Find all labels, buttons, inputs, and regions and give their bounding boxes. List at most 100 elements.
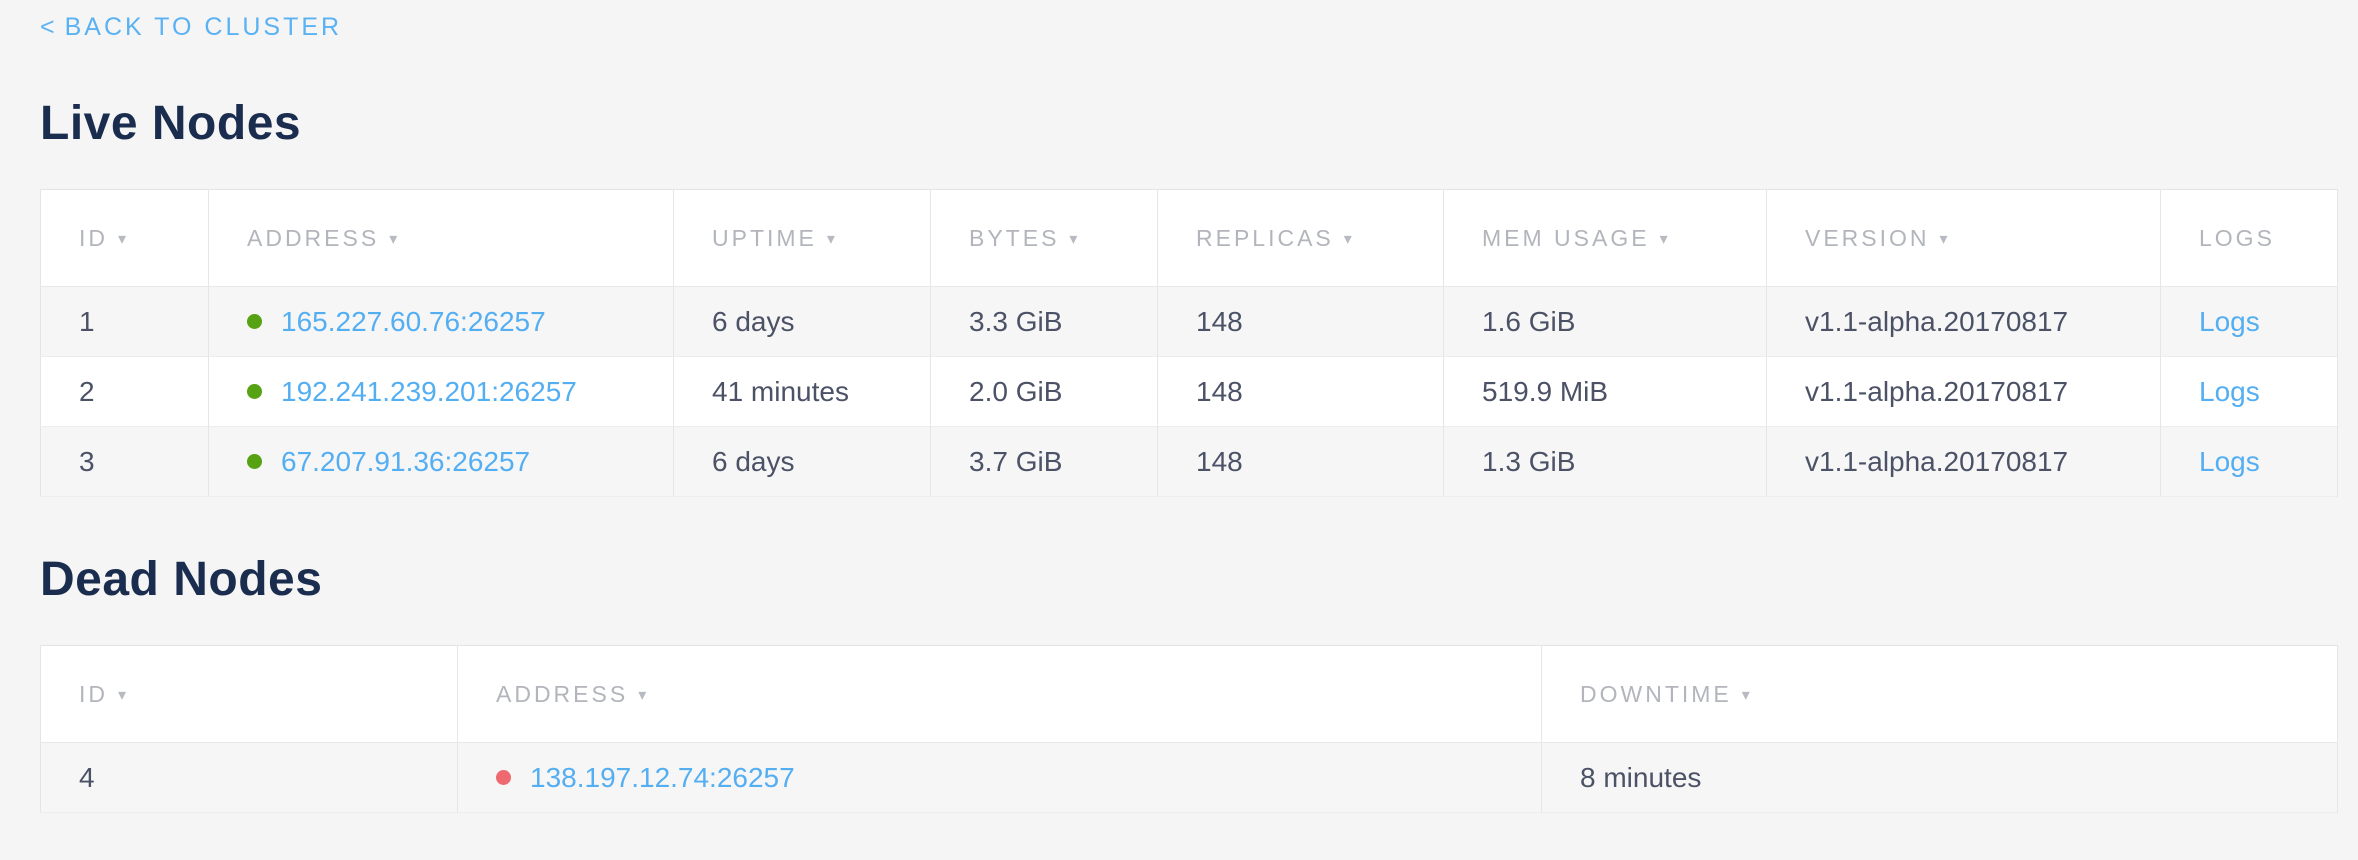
address-cell: 165.227.60.76:26257 bbox=[209, 287, 674, 357]
back-link-label: BACK TO CLUSTER bbox=[65, 13, 342, 41]
back-arrow-icon: < bbox=[40, 13, 55, 41]
column-header-uptime[interactable]: UPTIME ▾ bbox=[674, 190, 931, 287]
version-value: v1.1-alpha.20170817 bbox=[1805, 306, 2068, 337]
column-header-label: ADDRESS bbox=[247, 225, 379, 251]
column-header-label: LOGS bbox=[2199, 225, 2275, 251]
node-address-link[interactable]: 138.197.12.74:26257 bbox=[530, 762, 795, 793]
mem-usage-cell: 1.3 GiB bbox=[1444, 427, 1767, 497]
live-nodes-table: ID▾ADDRESS▾UPTIME▾BYTES▾REPLICAS▾MEM USA… bbox=[40, 189, 2338, 497]
column-header-label: ID bbox=[79, 225, 108, 251]
id-value: 4 bbox=[79, 762, 95, 793]
sort-arrow-icon: ▾ bbox=[1660, 231, 1668, 248]
nodes-page: <BACK TO CLUSTER Live Nodes ID▾ADDRESS▾U… bbox=[0, 0, 2358, 860]
mem-usage-cell: 519.9 MiB bbox=[1444, 357, 1767, 427]
id-value: 1 bbox=[79, 306, 95, 337]
node-address-link[interactable]: 165.227.60.76:26257 bbox=[281, 306, 546, 337]
id-cell: 3 bbox=[41, 427, 209, 497]
id-value: 2 bbox=[79, 376, 95, 407]
sort-arrow-icon: ▾ bbox=[389, 231, 397, 248]
column-header-version[interactable]: VERSION ▾ bbox=[1767, 190, 2161, 287]
mem-usage-value: 519.9 MiB bbox=[1482, 376, 1608, 407]
mem-usage-cell: 1.6 GiB bbox=[1444, 287, 1767, 357]
version-cell: v1.1-alpha.20170817 bbox=[1767, 427, 2161, 497]
live-status-dot-icon bbox=[247, 454, 262, 469]
bytes-value: 3.3 GiB bbox=[969, 306, 1062, 337]
version-cell: v1.1-alpha.20170817 bbox=[1767, 287, 2161, 357]
column-header-label: UPTIME bbox=[712, 225, 817, 251]
table-row: 4 138.197.12.74:26257 8 minutes bbox=[41, 743, 2338, 813]
column-header-bytes[interactable]: BYTES ▾ bbox=[931, 190, 1158, 287]
bytes-cell: 3.7 GiB bbox=[931, 427, 1158, 497]
replicas-cell: 148 bbox=[1158, 357, 1444, 427]
column-header-id[interactable]: ID▾ bbox=[41, 646, 458, 743]
version-value: v1.1-alpha.20170817 bbox=[1805, 376, 2068, 407]
sort-arrow-icon: ▾ bbox=[1069, 231, 1077, 248]
sort-arrow-icon: ▾ bbox=[827, 231, 835, 248]
logs-link[interactable]: Logs bbox=[2199, 306, 2260, 337]
column-header-label: REPLICAS bbox=[1196, 225, 1334, 251]
column-header-address[interactable]: ADDRESS ▾ bbox=[209, 190, 674, 287]
live-status-dot-icon bbox=[247, 314, 262, 329]
id-cell: 2 bbox=[41, 357, 209, 427]
uptime-cell: 6 days bbox=[674, 287, 931, 357]
back-to-cluster-link[interactable]: < BACK TO CLUSTER bbox=[40, 13, 342, 41]
mem-usage-value: 1.3 GiB bbox=[1482, 446, 1575, 477]
sort-arrow-icon: ▾ bbox=[638, 687, 646, 704]
node-address-link[interactable]: 192.241.239.201:26257 bbox=[281, 376, 577, 407]
node-address-link[interactable]: 67.207.91.36:26257 bbox=[281, 446, 530, 477]
uptime-value: 41 minutes bbox=[712, 376, 849, 407]
uptime-value: 6 days bbox=[712, 446, 795, 477]
column-header-mem-usage[interactable]: MEM USAGE ▾ bbox=[1444, 190, 1767, 287]
replicas-value: 148 bbox=[1196, 446, 1243, 477]
replicas-cell: 148 bbox=[1158, 287, 1444, 357]
bytes-value: 2.0 GiB bbox=[969, 376, 1062, 407]
column-header-id[interactable]: ID ▾ bbox=[41, 190, 209, 287]
bytes-cell: 2.0 GiB bbox=[931, 357, 1158, 427]
live-status-dot-icon bbox=[247, 384, 262, 399]
column-header-label: VERSION bbox=[1805, 225, 1930, 251]
address-cell: 67.207.91.36:26257 bbox=[209, 427, 674, 497]
column-header-label: ADDRESS bbox=[496, 681, 628, 707]
table-header-row: ID▾ADDRESS▾UPTIME▾BYTES▾REPLICAS▾MEM USA… bbox=[41, 190, 2338, 287]
column-header-replicas[interactable]: REPLICAS ▾ bbox=[1158, 190, 1444, 287]
logs-link[interactable]: Logs bbox=[2199, 446, 2260, 477]
bytes-cell: 3.3 GiB bbox=[931, 287, 1158, 357]
sort-arrow-icon: ▾ bbox=[118, 231, 126, 248]
id-cell: 1 bbox=[41, 287, 209, 357]
version-value: v1.1-alpha.20170817 bbox=[1805, 446, 2068, 477]
replicas-value: 148 bbox=[1196, 376, 1243, 407]
id-value: 3 bbox=[79, 446, 95, 477]
mem-usage-value: 1.6 GiB bbox=[1482, 306, 1575, 337]
downtime-value: 8 minutes bbox=[1580, 762, 1701, 793]
dead-nodes-table: ID▾ ADDRESS ▾ DOWNTIME ▾ 4 138.197.12.74:26257… bbox=[40, 645, 2338, 813]
column-header-label: MEM USAGE bbox=[1482, 225, 1650, 251]
sort-arrow-icon: ▾ bbox=[1940, 231, 1948, 248]
dead-nodes-title: Dead Nodes bbox=[40, 555, 2337, 605]
live-nodes-title: Live Nodes bbox=[40, 99, 2337, 149]
uptime-value: 6 days bbox=[712, 306, 795, 337]
column-header-address[interactable]: ADDRESS ▾ bbox=[458, 646, 1542, 743]
column-header-label: DOWNTIME bbox=[1580, 681, 1732, 707]
table-row: 2 192.241.239.201:26257 41 minutes 2.0 GiB 1… bbox=[41, 357, 2338, 427]
column-header-downtime[interactable]: DOWNTIME ▾ bbox=[1542, 646, 2338, 743]
uptime-cell: 6 days bbox=[674, 427, 931, 497]
table-row: 3 67.207.91.36:26257 6 days 3.7 GiB 148 1.3 G… bbox=[41, 427, 2338, 497]
sort-arrow-icon: ▾ bbox=[118, 687, 126, 704]
version-cell: v1.1-alpha.20170817 bbox=[1767, 357, 2161, 427]
address-cell: 192.241.239.201:26257 bbox=[209, 357, 674, 427]
logs-cell: Logs bbox=[2161, 357, 2338, 427]
logs-cell: Logs bbox=[2161, 427, 2338, 497]
logs-link[interactable]: Logs bbox=[2199, 376, 2260, 407]
downtime-cell: 8 minutes bbox=[1542, 743, 2338, 813]
table-header-row: ID▾ ADDRESS ▾ DOWNTIME ▾ bbox=[41, 646, 2338, 743]
column-header-label: BYTES bbox=[969, 225, 1059, 251]
sort-arrow-icon: ▾ bbox=[1344, 231, 1352, 248]
sort-arrow-icon: ▾ bbox=[1742, 687, 1750, 704]
address-cell: 138.197.12.74:26257 bbox=[458, 743, 1542, 813]
logs-cell: Logs bbox=[2161, 287, 2338, 357]
table-row: 1 165.227.60.76:26257 6 days 3.3 GiB 148 1.6 … bbox=[41, 287, 2338, 357]
id-cell: 4 bbox=[41, 743, 458, 813]
replicas-value: 148 bbox=[1196, 306, 1243, 337]
uptime-cell: 41 minutes bbox=[674, 357, 931, 427]
column-header-logs: LOGS bbox=[2161, 190, 2338, 287]
